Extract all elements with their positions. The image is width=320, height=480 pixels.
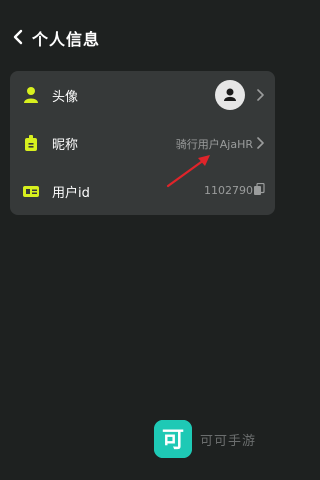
id-card-icon — [23, 186, 39, 197]
watermark-logo-icon: 可 — [154, 420, 192, 458]
chevron-right-icon[interactable] — [255, 89, 265, 101]
annotation-arrow-icon — [166, 155, 210, 188]
person-icon — [24, 87, 38, 103]
avatar-person-icon — [224, 88, 236, 101]
name-tag-icon — [25, 135, 37, 151]
nickname-label: 昵称 — [52, 138, 79, 153]
watermark-text: 可可手游 — [200, 434, 257, 449]
copy-icon[interactable] — [253, 183, 265, 196]
user-id-row: 用户id 1102790 — [10, 167, 275, 215]
avatar-row[interactable]: 头像 — [10, 71, 275, 119]
watermark-logo-char: 可 — [162, 428, 184, 453]
user-id-label: 用户id — [52, 186, 90, 201]
avatar[interactable] — [215, 80, 245, 110]
header-bar: 个人信息 — [0, 0, 284, 72]
chevron-right-icon[interactable] — [255, 137, 265, 149]
watermark-logo: 可 — [154, 420, 192, 458]
nickname-row[interactable]: 昵称 骑行用户AjaHR — [10, 119, 275, 167]
profile-card: 头像 昵称 骑行用户AjaHR 用户id 1102790 — [10, 71, 275, 215]
chevron-left-icon[interactable] — [10, 28, 28, 46]
avatar-label: 头像 — [52, 90, 79, 105]
page-title: 个人信息 — [32, 30, 101, 49]
